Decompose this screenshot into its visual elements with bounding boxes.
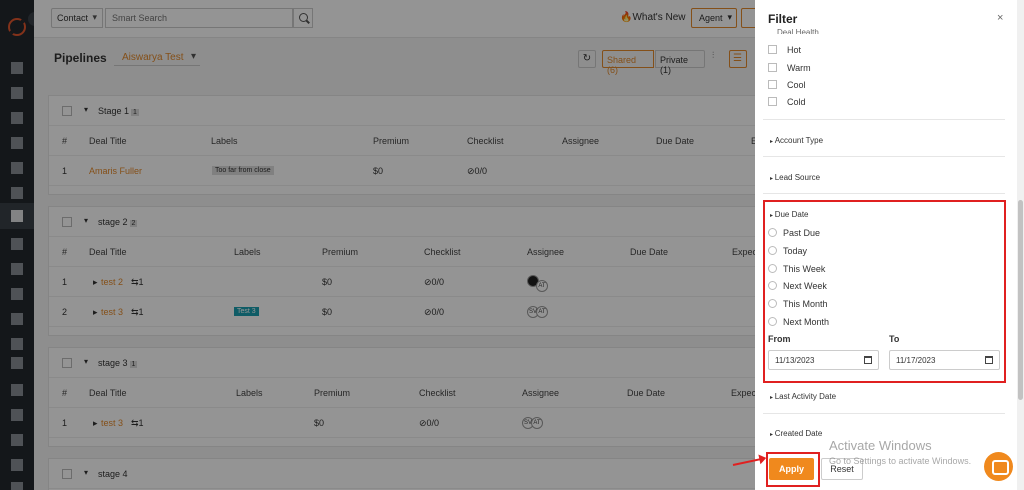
filter-title: Filter [768,12,798,26]
radio[interactable] [768,281,777,290]
scrollbar[interactable] [1017,0,1024,490]
to-date-input[interactable]: 11/17/2023 [889,350,1000,370]
windows-watermark-subtitle: Go to Settings to activate Windows. [829,456,972,466]
health-option-cold[interactable]: Cold [768,97,806,107]
deal-health-label: Deal Health [777,28,819,34]
filter-panel: Filter × Deal Health Hot Warm Cool Cold … [755,0,1017,490]
close-icon[interactable]: × [997,12,1003,24]
to-label: To [889,334,900,344]
radio[interactable] [768,317,777,326]
radio[interactable] [768,246,777,255]
created-date-section[interactable]: Created Date [770,429,823,438]
divider [763,119,1005,120]
due-option-today[interactable]: Today [768,246,807,256]
calendar-icon[interactable] [985,356,993,364]
last-activity-section[interactable]: Last Activity Date [770,392,836,401]
due-option-next-week[interactable]: Next Week [768,281,827,291]
checkbox[interactable] [768,63,777,72]
account-type-section[interactable]: Account Type [770,136,823,145]
divider [763,156,1005,157]
calendar-icon[interactable] [864,356,872,364]
lead-source-section[interactable]: Lead Source [770,173,820,182]
divider [763,193,1005,194]
health-option-warm[interactable]: Warm [768,63,811,73]
chat-icon[interactable] [984,452,1013,481]
from-date-input[interactable]: 11/13/2023 [768,350,879,370]
from-label: From [768,334,791,344]
scrollbar-thumb[interactable] [1018,200,1023,400]
checkbox[interactable] [768,80,777,89]
due-date-section[interactable]: Due Date [770,210,809,219]
divider [763,413,1005,414]
radio[interactable] [768,264,777,273]
checkbox[interactable] [768,45,777,54]
apply-button[interactable]: Apply [769,458,814,480]
modal-backdrop[interactable] [0,0,755,490]
radio[interactable] [768,299,777,308]
radio[interactable] [768,228,777,237]
checkbox[interactable] [768,97,777,106]
due-option-this-month[interactable]: This Month [768,299,828,309]
windows-watermark-title: Activate Windows [829,438,932,453]
due-option-next-month[interactable]: Next Month [768,317,829,327]
due-option-this-week[interactable]: This Week [768,264,825,274]
health-option-hot[interactable]: Hot [768,45,801,55]
health-option-cool[interactable]: Cool [768,80,806,90]
due-option-past-due[interactable]: Past Due [768,228,820,238]
